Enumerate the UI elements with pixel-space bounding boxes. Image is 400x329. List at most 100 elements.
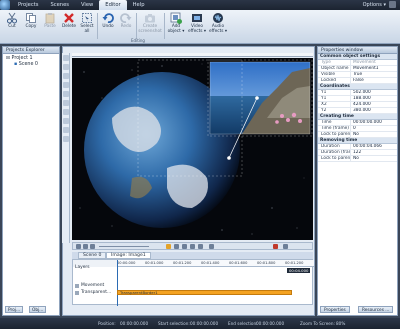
camera-icon [144, 12, 156, 24]
current-time-display: 00:04.000 [287, 268, 311, 273]
horizontal-ruler [72, 53, 313, 57]
menu-editor[interactable]: Editor [99, 0, 127, 10]
volume-icon[interactable] [283, 244, 288, 249]
menu-bar: Projects Scenes View Editor Help Options… [0, 0, 400, 10]
property-value[interactable]: True [351, 72, 362, 77]
movement-tool-icon[interactable] [63, 127, 69, 133]
copy-icon [25, 12, 37, 24]
paste-button[interactable]: Paste [41, 11, 59, 41]
step-forward-icon[interactable] [190, 244, 195, 249]
playback-toolbar [72, 242, 313, 250]
property-key: Y1 [318, 96, 351, 101]
tab-projects[interactable]: Proj... [5, 306, 24, 313]
zoom-fit-icon[interactable] [90, 244, 95, 249]
status-end-value: 00:00:00.000 [256, 321, 285, 326]
property-key: Lock to parent [318, 156, 351, 161]
property-row[interactable]: Lock to parent No [318, 156, 397, 162]
status-bar: Position: 00:00:00.000 Start selection: … [0, 318, 400, 329]
play-icon[interactable] [182, 244, 187, 249]
create-screenshot-button[interactable]: Create screenshot [138, 11, 162, 41]
effect-tool-icon[interactable] [63, 118, 69, 124]
video-effects-button[interactable]: Video effects ▾ [187, 11, 207, 41]
property-value[interactable]: 00:00:04.066 [351, 144, 382, 149]
property-key: Duration (fran [318, 150, 351, 155]
undo-button[interactable]: Undo [99, 11, 117, 41]
tree-item-scene[interactable]: ▪ Scene 0 [6, 62, 56, 68]
property-value[interactable]: No [351, 132, 359, 137]
property-key: Time (frame) [318, 126, 351, 131]
tab-resources[interactable]: Resources ... [358, 306, 394, 313]
go-start-icon[interactable] [166, 244, 171, 249]
app-orb-icon[interactable] [0, 0, 10, 10]
status-end-label: End selection: [228, 321, 258, 326]
tab-scene[interactable]: Scene 0 [78, 252, 107, 259]
scene-preview-image [72, 58, 313, 240]
record-icon[interactable] [273, 244, 278, 249]
go-end-icon[interactable] [198, 244, 203, 249]
zoom-tool-icon[interactable] [63, 136, 69, 142]
property-value[interactable]: False [351, 78, 364, 83]
text-tool-icon[interactable] [63, 73, 69, 79]
transparent-border-clip[interactable]: TransparentBorder1 [117, 290, 292, 295]
property-value[interactable]: 0 [351, 126, 356, 131]
hand-tool-icon[interactable] [63, 64, 69, 70]
timeline-header: Layers 00:00.000 00:01.000 00:01.200 00:… [73, 260, 314, 273]
property-value[interactable]: 00:00:00.000 [351, 120, 382, 125]
property-value[interactable]: Movement1 [351, 66, 379, 71]
menu-view[interactable]: View [75, 0, 99, 10]
tick-label: 00:01.600 [229, 261, 248, 265]
zoom-slider[interactable] [99, 246, 149, 247]
tick-label: 00:01.200 [285, 261, 304, 265]
step-back-icon[interactable] [174, 244, 179, 249]
preview-canvas[interactable] [72, 58, 313, 240]
status-position-label: Position: [98, 321, 116, 326]
cut-button[interactable]: Cut [3, 11, 21, 41]
delete-button[interactable]: Delete [60, 11, 78, 41]
stop-icon[interactable] [209, 244, 214, 249]
menu-help[interactable]: Help [127, 0, 151, 10]
zoom-in-icon[interactable] [76, 244, 81, 249]
timeline-panel: Layers 00:00.000 00:01.000 00:01.200 00:… [72, 259, 314, 306]
tab-objects[interactable]: Obj... [29, 306, 47, 313]
property-value[interactable]: 502.000 [351, 90, 371, 95]
window-control-icon[interactable] [389, 1, 396, 8]
audio-tool-icon[interactable] [63, 109, 69, 115]
status-start-value: 00:00:00.000 [190, 321, 219, 326]
redo-button[interactable]: Redo [117, 11, 135, 41]
video-tool-icon[interactable] [63, 100, 69, 106]
property-value[interactable]: 380.000 [351, 108, 371, 113]
image-tool-icon[interactable] [63, 91, 69, 97]
shape-tool-icon[interactable] [63, 82, 69, 88]
film-icon [191, 12, 203, 24]
property-value[interactable]: Movement [351, 60, 376, 65]
menu-projects[interactable]: Projects [12, 0, 44, 10]
select-all-button[interactable]: Select all [78, 11, 96, 41]
layer-row-transparent[interactable]: Transparent... TransparentBorder1 [73, 289, 314, 296]
audio-effects-button[interactable]: Audio effects ▾ [208, 11, 228, 41]
tab-image-object[interactable]: Image: Image1 [106, 252, 151, 259]
property-value[interactable]: No [351, 156, 359, 161]
cliff-photo-overlay [209, 61, 311, 135]
options-menu[interactable]: Options ▾ [363, 0, 386, 10]
copy-button[interactable]: Copy [22, 11, 40, 41]
status-zoom-value: 80% [336, 321, 346, 326]
add-object-icon [170, 12, 182, 24]
property-value[interactable]: 188.000 [351, 96, 371, 101]
select-all-icon [81, 12, 93, 24]
layers-label: Layers [75, 265, 90, 270]
property-value[interactable]: 122 [351, 150, 361, 155]
project-tree: ⊟ Project 1 ▪ Scene 0 [3, 54, 59, 70]
property-value[interactable]: 424.000 [351, 102, 371, 107]
scissors-icon [6, 12, 18, 24]
zoom-out-icon[interactable] [83, 244, 88, 249]
app-window: Projects Scenes View Editor Help Options… [0, 0, 400, 329]
pointer-tool-icon[interactable] [63, 55, 69, 61]
menu-scenes[interactable]: Scenes [44, 0, 75, 10]
layer-row-movement[interactable]: Movement [73, 282, 314, 289]
property-key: Type [318, 60, 351, 65]
explorer-title: Projects Explorer [3, 47, 59, 54]
add-object-button[interactable]: Add object ▾ [166, 11, 186, 41]
properties-panel: Properties window Common object settings… [317, 46, 398, 316]
tab-properties[interactable]: Properties [320, 306, 350, 313]
status-position-value: 00:00:00.000 [120, 321, 149, 326]
